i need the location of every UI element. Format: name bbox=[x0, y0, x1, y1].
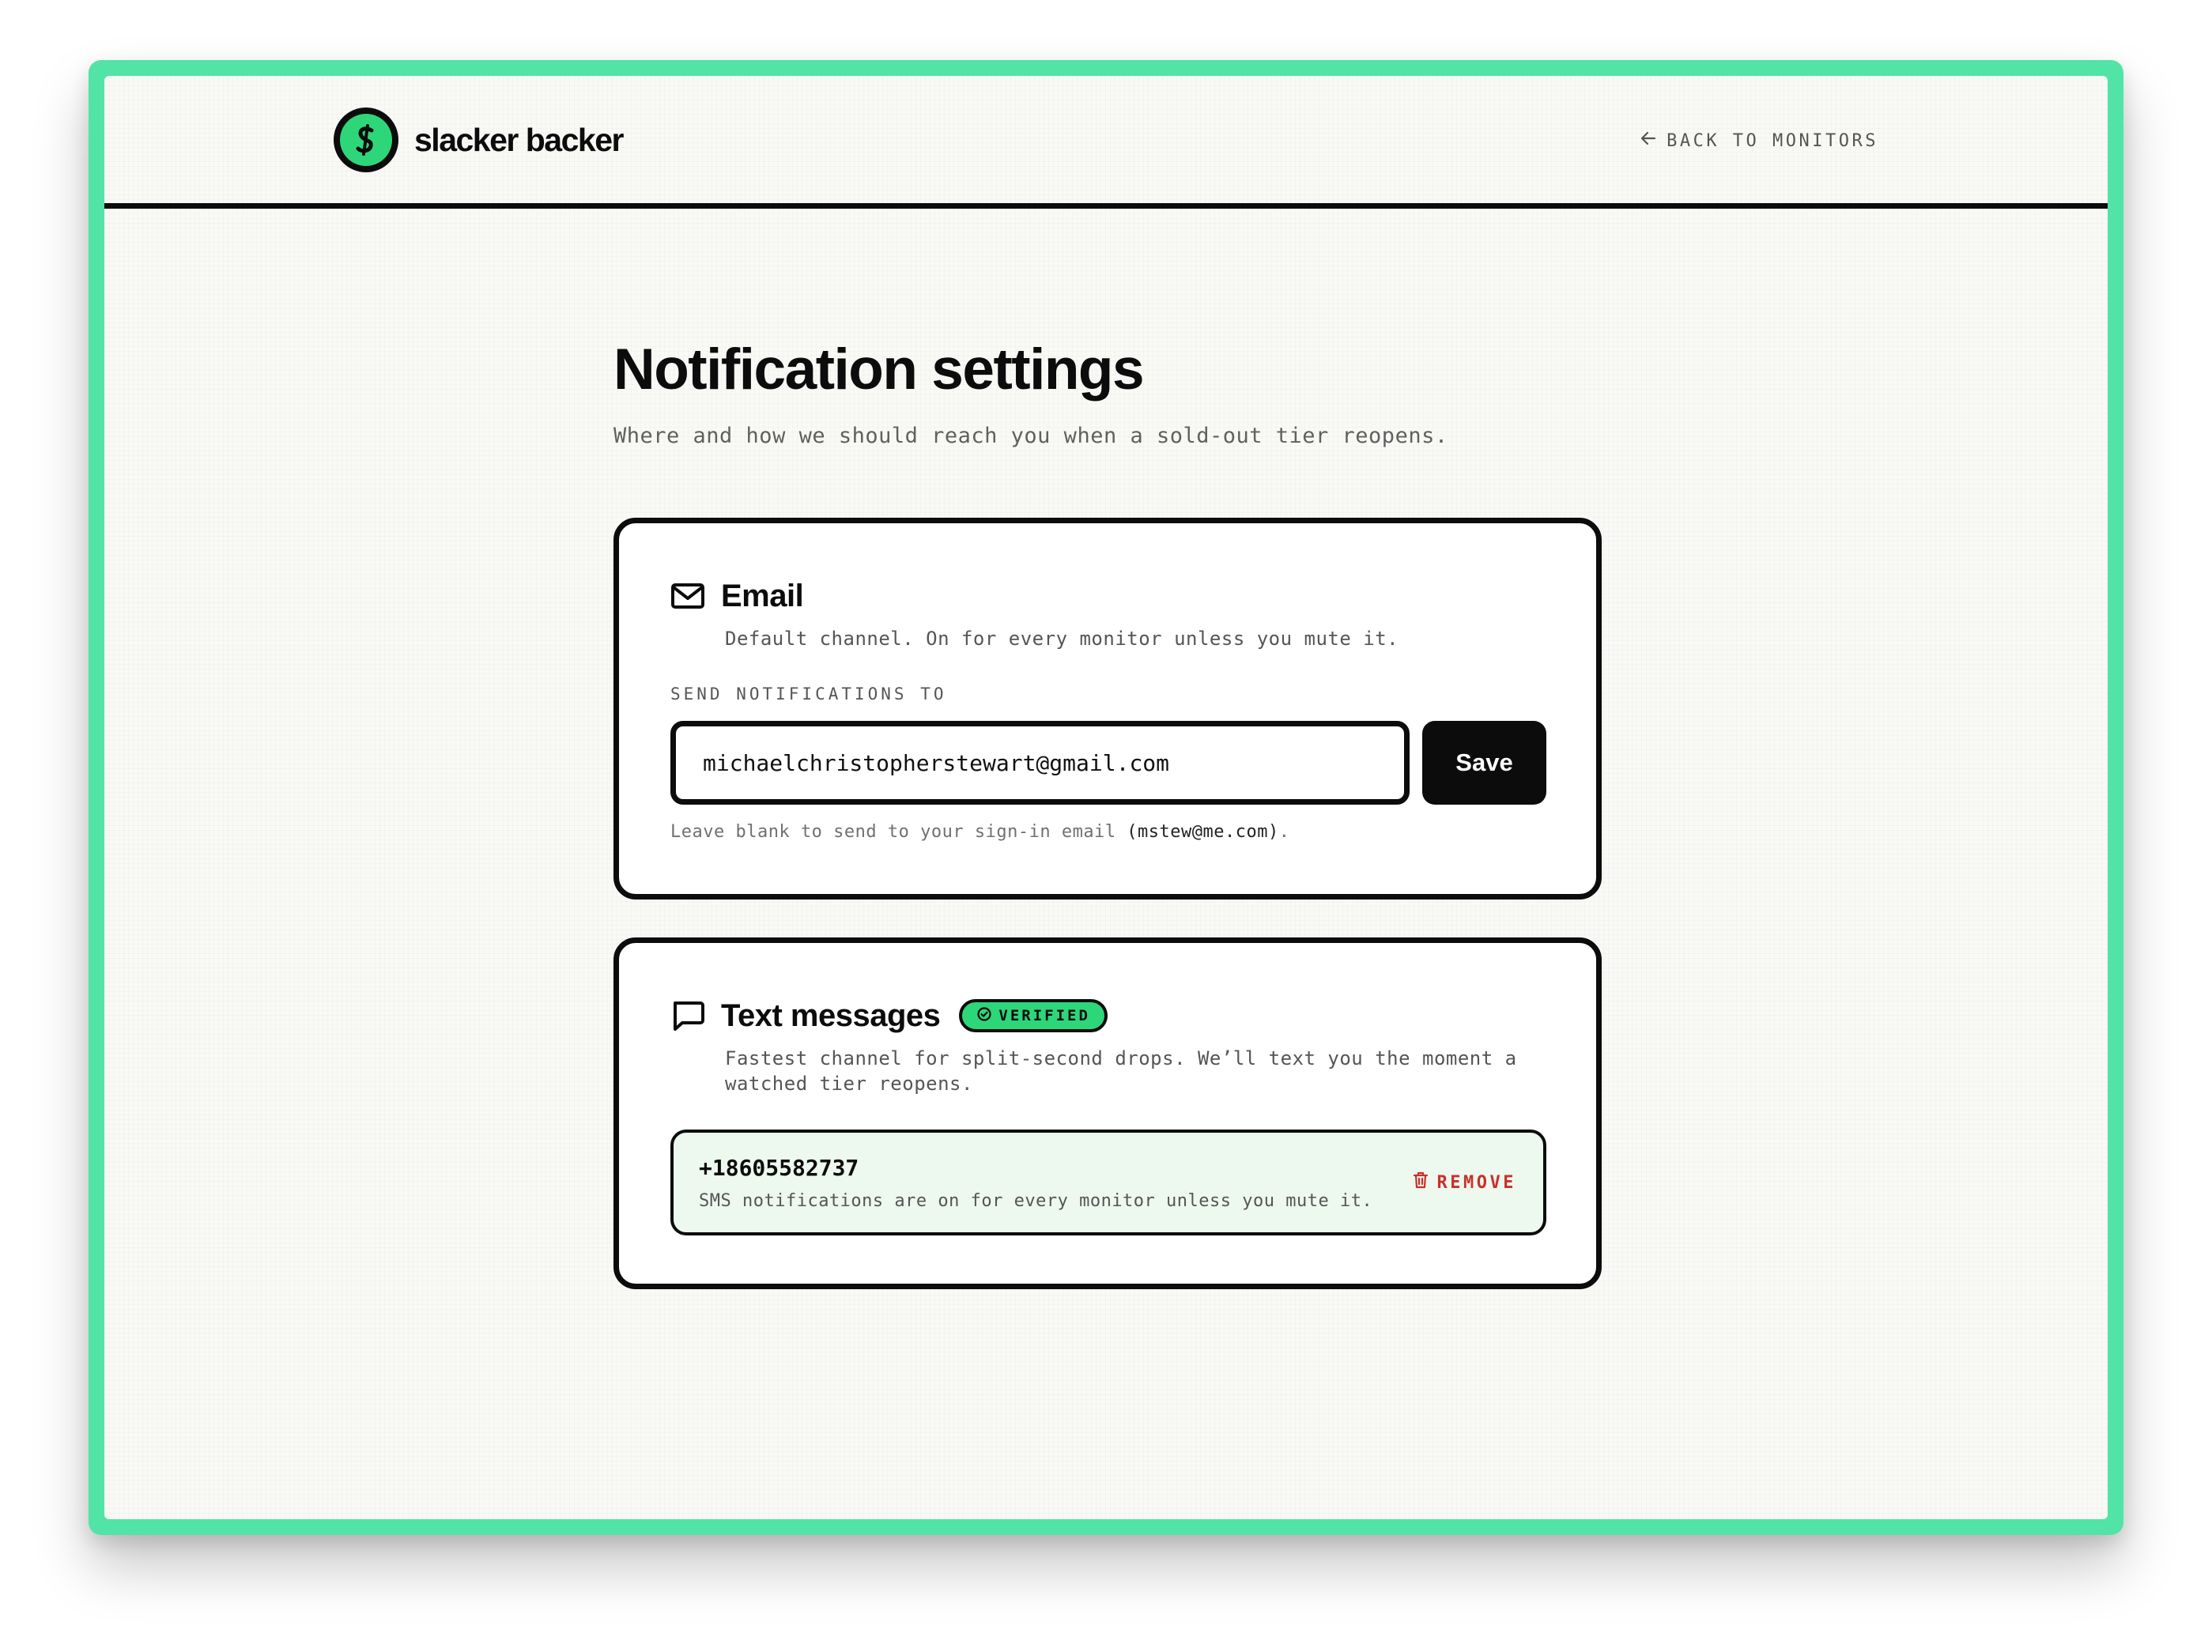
send-to-label: SEND NOTIFICATIONS TO bbox=[670, 685, 947, 703]
brand-name: slacker backer bbox=[414, 121, 624, 158]
phone-status-text: SMS notifications are on for every monit… bbox=[699, 1191, 1373, 1211]
back-to-monitors-link[interactable]: BACK TO MONITORS bbox=[1640, 126, 1878, 155]
arrow-left-icon bbox=[1640, 130, 1657, 152]
verified-badge-label: VERIFIED bbox=[998, 1007, 1090, 1024]
logo-mark-icon bbox=[334, 107, 398, 172]
email-card-header: Email bbox=[670, 575, 804, 617]
email-input[interactable] bbox=[670, 721, 1410, 805]
message-icon bbox=[670, 998, 705, 1033]
mail-icon bbox=[670, 579, 705, 613]
app-window: slacker backer BACK TO MONITORS Notifica… bbox=[104, 76, 2108, 1519]
save-button[interactable]: Save bbox=[1422, 721, 1546, 805]
sms-card-header: Text messages VERIFIED bbox=[670, 995, 1108, 1036]
remove-label: REMOVE bbox=[1436, 1172, 1516, 1193]
back-link-label: BACK TO MONITORS bbox=[1667, 130, 1878, 151]
screenshot-stage: slacker backer BACK TO MONITORS Notifica… bbox=[0, 0, 2212, 1652]
brand-logo[interactable]: slacker backer bbox=[334, 107, 624, 172]
email-card-title: Email bbox=[721, 578, 804, 613]
verified-badge: VERIFIED bbox=[959, 999, 1108, 1032]
phone-number-row: +18605582737 SMS notifications are on fo… bbox=[670, 1130, 1546, 1235]
email-card: Email Default channel. On for every moni… bbox=[613, 518, 1602, 900]
helper-prefix: Leave blank to send to your sign-in emai… bbox=[670, 822, 1127, 842]
remove-phone-button[interactable]: REMOVE bbox=[1412, 1167, 1516, 1198]
sms-card-description: Fastest channel for split-second drops. … bbox=[725, 1047, 1517, 1095]
page-subtitle: Where and how we should reach you when a… bbox=[613, 424, 1448, 448]
page-title: Notification settings bbox=[613, 338, 1145, 402]
helper-suffix: . bbox=[1278, 822, 1290, 842]
sms-card-title: Text messages bbox=[721, 998, 941, 1033]
signin-email: (mstew@me.com) bbox=[1127, 822, 1279, 842]
check-circle-icon bbox=[976, 1006, 992, 1026]
sms-card: Text messages VERIFIED Fastest channel f… bbox=[613, 937, 1602, 1289]
trash-icon bbox=[1412, 1171, 1429, 1194]
phone-number: +18605582737 bbox=[699, 1155, 859, 1181]
email-helper-text: Leave blank to send to your sign-in emai… bbox=[670, 822, 1289, 842]
email-card-description: Default channel. On for every monitor un… bbox=[725, 628, 1399, 650]
top-bar: slacker backer BACK TO MONITORS bbox=[104, 76, 2108, 209]
